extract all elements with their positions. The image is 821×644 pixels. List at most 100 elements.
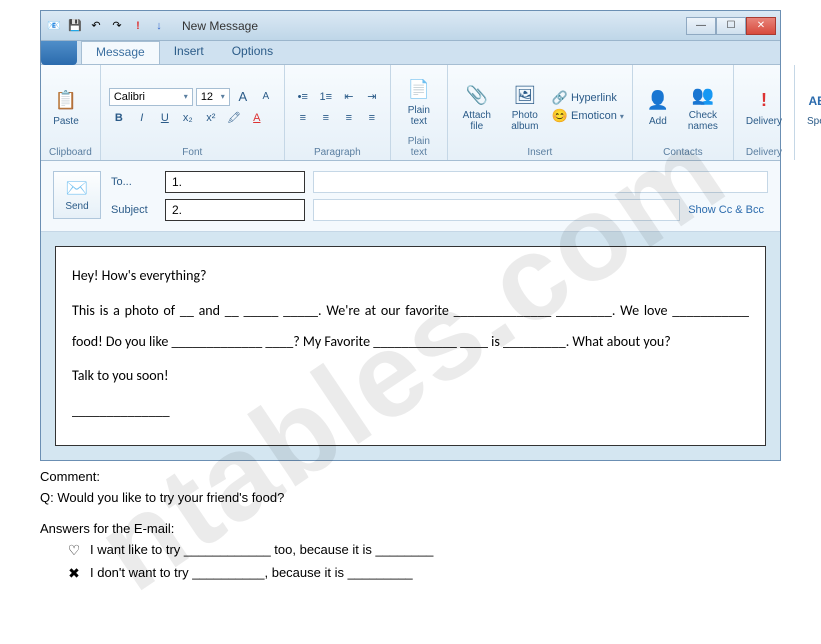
- photo-label: Photo album: [508, 110, 542, 132]
- hyperlink-icon: 🔗: [552, 90, 568, 106]
- group-editing: ABC✔ Spelling 🔍 Editing: [795, 65, 821, 160]
- maximize-button[interactable]: ☐: [716, 17, 746, 35]
- grow-font-button[interactable]: A: [233, 88, 253, 106]
- priority-high-icon[interactable]: !: [129, 17, 147, 35]
- tab-message[interactable]: Message: [81, 41, 160, 64]
- plain-text-button[interactable]: 📄 Plain text: [399, 75, 439, 129]
- chevron-down-icon: ▾: [221, 92, 225, 101]
- subscript-button[interactable]: x₂: [178, 109, 198, 127]
- emoticon-button[interactable]: 😊 Emoticon ▾: [552, 108, 624, 124]
- align-left-button[interactable]: ≡: [293, 109, 313, 127]
- group-contacts: 👤 Add 👥 Check names Contacts: [633, 65, 734, 160]
- subject-field-extended[interactable]: [313, 199, 680, 221]
- paste-button[interactable]: 📋 Paste: [49, 86, 83, 129]
- justify-button[interactable]: ≡: [362, 109, 382, 127]
- check-names-button[interactable]: 👥 Check names: [681, 80, 725, 134]
- clipboard-group-label: Clipboard: [49, 147, 92, 158]
- insert-group-label: Insert: [456, 147, 624, 158]
- subject-label: Subject: [111, 204, 157, 216]
- body-line-1: Hey! How's everything?: [72, 261, 749, 292]
- cross-icon: ✖: [66, 562, 82, 584]
- app-menu-icon[interactable]: 📧: [45, 17, 63, 35]
- message-body[interactable]: Hey! How's everything? This is a photo o…: [55, 246, 766, 446]
- show-cc-bcc-link[interactable]: Show Cc & Bcc: [688, 204, 768, 216]
- chevron-down-icon: ▾: [184, 92, 188, 101]
- highlight-button[interactable]: 🖍: [224, 109, 244, 127]
- indent-button[interactable]: ⇥: [362, 88, 382, 106]
- delivery-group-label: Delivery: [742, 147, 786, 158]
- titlebar: 📧 💾 ↶ ↷ ! ↓ New Message — ☐ ✕: [41, 11, 780, 41]
- answer-1-text: I want like to try ____________ too, bec…: [90, 540, 433, 561]
- check-names-icon: 👥: [690, 82, 716, 108]
- italic-button[interactable]: I: [132, 109, 152, 127]
- to-field[interactable]: 1.: [165, 171, 305, 193]
- priority-icon: !: [751, 88, 777, 114]
- paste-icon: 📋: [53, 88, 79, 114]
- outdent-button[interactable]: ⇤: [339, 88, 359, 106]
- shrink-font-button[interactable]: A: [256, 88, 276, 106]
- heart-icon: ♡: [66, 539, 82, 561]
- email-compose-window: 📧 💾 ↶ ↷ ! ↓ New Message — ☐ ✕ Message In…: [40, 10, 781, 461]
- font-name-dropdown[interactable]: Calibri▾: [109, 88, 193, 106]
- tab-insert[interactable]: Insert: [160, 41, 218, 64]
- chevron-down-icon: ▾: [620, 112, 624, 121]
- emoticon-icon: 😊: [552, 108, 568, 124]
- editing-group-label: Editing: [803, 147, 821, 158]
- spelling-label: Spelling: [807, 116, 821, 127]
- question-text: Q: Would you like to try your friend's f…: [40, 488, 781, 509]
- spelling-button[interactable]: ABC✔ Spelling: [803, 86, 821, 129]
- group-insert: 📎 Attach file 🖼 Photo album 🔗 Hyperlink …: [448, 65, 633, 160]
- numbering-button[interactable]: 1≡: [316, 88, 336, 106]
- send-label: Send: [65, 201, 88, 212]
- redo-icon[interactable]: ↷: [108, 17, 126, 35]
- priority-low-icon[interactable]: ↓: [150, 17, 168, 35]
- body-line-2: This is a photo of __ and __ _____ _____…: [72, 296, 749, 358]
- answer-option-1: ♡ I want like to try ____________ too, b…: [40, 539, 781, 561]
- undo-icon[interactable]: ↶: [87, 17, 105, 35]
- group-paragraph: •≡ 1≡ ⇤ ⇥ ≡ ≡ ≡ ≡ Paragraph: [285, 65, 391, 160]
- photo-album-button[interactable]: 🖼 Photo album: [504, 80, 546, 134]
- body-line-3: Talk to you soon!: [72, 361, 749, 392]
- attach-file-button[interactable]: 📎 Attach file: [456, 80, 498, 134]
- tab-options[interactable]: Options: [218, 41, 287, 64]
- contacts-group-label: Contacts: [641, 147, 725, 158]
- quick-access-toolbar: 📧 💾 ↶ ↷ ! ↓: [45, 17, 168, 35]
- font-color-button[interactable]: A: [247, 109, 267, 127]
- close-button[interactable]: ✕: [746, 17, 776, 35]
- plaintext-icon: 📄: [406, 77, 432, 103]
- bullets-button[interactable]: •≡: [293, 88, 313, 106]
- answer-option-2: ✖ I don't want to try __________, becaus…: [40, 562, 781, 584]
- to-label-button[interactable]: To...: [111, 176, 157, 188]
- subject-field[interactable]: 2.: [165, 199, 305, 221]
- worksheet-section: Comment: Q: Would you like to try your f…: [40, 467, 781, 584]
- emoticon-label: Emoticon: [571, 110, 617, 122]
- window-controls: — ☐ ✕: [686, 17, 776, 35]
- hyperlink-button[interactable]: 🔗 Hyperlink: [552, 90, 624, 106]
- group-font: Calibri▾ 12▾ A A B I U x₂ x² 🖍 A: [101, 65, 285, 160]
- underline-button[interactable]: U: [155, 109, 175, 127]
- add-contact-button[interactable]: 👤 Add: [641, 86, 675, 129]
- align-right-button[interactable]: ≡: [339, 109, 359, 127]
- align-center-button[interactable]: ≡: [316, 109, 336, 127]
- file-menu-button[interactable]: [41, 41, 77, 65]
- send-button[interactable]: ✉️ Send: [53, 171, 101, 219]
- bold-button[interactable]: B: [109, 109, 129, 127]
- group-clipboard: 📋 Paste Clipboard: [41, 65, 101, 160]
- delivery-label: Delivery: [746, 116, 782, 127]
- save-icon[interactable]: 💾: [66, 17, 84, 35]
- answer-2-text: I don't want to try __________, because …: [90, 563, 413, 584]
- body-line-4: ______________: [72, 396, 749, 427]
- minimize-button[interactable]: —: [686, 17, 716, 35]
- paste-label: Paste: [53, 116, 79, 127]
- superscript-button[interactable]: x²: [201, 109, 221, 127]
- message-header: ✉️ Send To... 1. Subject 2. Show Cc & Bc…: [41, 161, 780, 232]
- comment-label: Comment:: [40, 467, 781, 488]
- attach-label: Attach file: [460, 110, 494, 132]
- group-plaintext: 📄 Plain text Plain text: [391, 65, 448, 160]
- add-label: Add: [649, 116, 667, 127]
- delivery-button[interactable]: ! Delivery: [742, 86, 786, 129]
- to-field-extended[interactable]: [313, 171, 768, 193]
- send-icon: ✉️: [66, 178, 88, 199]
- font-group-label: Font: [109, 147, 276, 158]
- font-size-dropdown[interactable]: 12▾: [196, 88, 230, 106]
